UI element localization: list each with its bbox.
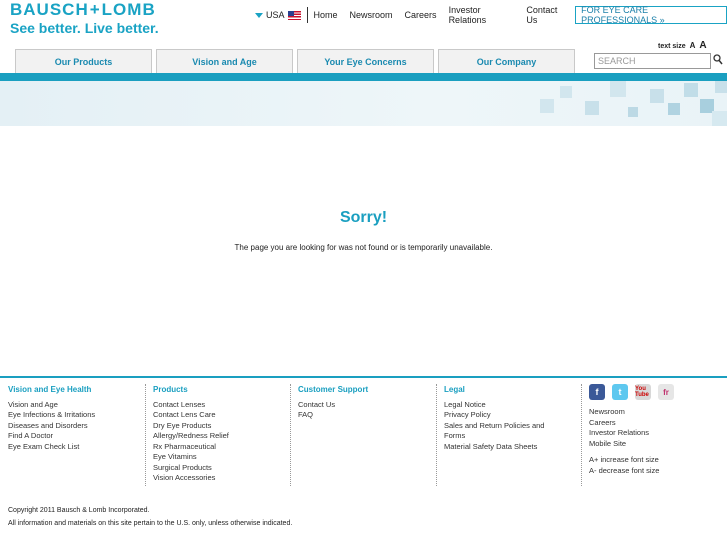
top-link-newsroom[interactable]: Newsroom bbox=[344, 10, 399, 20]
facebook-icon[interactable]: f bbox=[589, 384, 605, 400]
tab-vision-and-age[interactable]: Vision and Age bbox=[156, 49, 293, 73]
footer-link[interactable]: Diseases and Disorders bbox=[8, 421, 95, 432]
footer-link[interactable]: Rx Pharmaceutical bbox=[153, 442, 229, 453]
footer-link[interactable]: Investor Relations bbox=[589, 428, 659, 439]
footer-link[interactable]: Sales and Return Policies and bbox=[444, 421, 544, 432]
footer-column-title: Products bbox=[153, 385, 188, 394]
friendfeed-icon[interactable]: fr bbox=[658, 384, 674, 400]
logo-plus: + bbox=[89, 0, 101, 19]
footer-link[interactable]: Mobile Site bbox=[589, 439, 659, 450]
footer-separator bbox=[436, 384, 437, 486]
footer-link[interactable]: Careers bbox=[589, 418, 659, 429]
footer-column-title: Legal bbox=[444, 385, 465, 394]
footer-link[interactable]: Eye Infections & Irritations bbox=[8, 410, 95, 421]
footer-link[interactable]: Contact Us bbox=[298, 400, 368, 411]
chevron-down-icon bbox=[255, 12, 263, 18]
footer-link[interactable]: Contact Lenses bbox=[153, 400, 229, 411]
social-links: f t You Tube fr bbox=[589, 384, 674, 400]
text-size-label: text size bbox=[658, 43, 686, 50]
footer-link[interactable]: FAQ bbox=[298, 410, 368, 421]
search-input[interactable]: SEARCH bbox=[594, 53, 711, 69]
twitter-icon[interactable]: t bbox=[612, 384, 628, 400]
footer-link[interactable]: Forms bbox=[444, 431, 544, 442]
copyright-text: Copyright 2011 Bausch & Lomb Incorporate… bbox=[8, 507, 150, 514]
country-selector[interactable]: USA bbox=[255, 7, 308, 23]
search-icon[interactable] bbox=[713, 54, 723, 66]
footer-separator bbox=[290, 384, 291, 486]
decrease-font-link[interactable]: A- decrease font size bbox=[589, 466, 659, 477]
youtube-icon[interactable]: You Tube bbox=[635, 384, 651, 400]
us-flag-icon bbox=[287, 10, 301, 20]
footer-column-support: Customer Support Contact Us FAQ bbox=[298, 385, 368, 421]
footer-link[interactable]: Eye Exam Check List bbox=[8, 442, 95, 453]
footer-column-extra: Newsroom Careers Investor Relations Mobi… bbox=[589, 407, 659, 476]
text-size-large-button[interactable]: A bbox=[699, 40, 706, 51]
footer-link[interactable]: Allergy/Redness Relief bbox=[153, 431, 229, 442]
footer-column-legal: Legal Legal Notice Privacy Policy Sales … bbox=[444, 385, 544, 452]
top-link-careers[interactable]: Careers bbox=[399, 10, 443, 20]
footer-link[interactable]: Find A Doctor bbox=[8, 431, 95, 442]
footer-separator bbox=[145, 384, 146, 486]
footer-link[interactable]: Vision Accessories bbox=[153, 473, 229, 484]
footer-link[interactable]: Legal Notice bbox=[444, 400, 544, 411]
footer-column-title: Vision and Eye Health bbox=[8, 385, 92, 394]
footer-divider bbox=[0, 376, 727, 378]
increase-font-link[interactable]: A+ increase font size bbox=[589, 455, 659, 466]
top-link-investor-relations[interactable]: Investor Relations bbox=[443, 5, 521, 25]
top-navigation: USA Home Newsroom Careers Investor Relat… bbox=[255, 5, 727, 25]
legal-note: All information and materials on this si… bbox=[8, 520, 293, 527]
footer-column-title: Customer Support bbox=[298, 385, 369, 394]
logo-text-left: BAUSCH bbox=[10, 0, 89, 19]
tab-our-company[interactable]: Our Company bbox=[438, 49, 575, 73]
tagline: See better. Live better. bbox=[10, 20, 159, 36]
error-message: The page you are looking for was not fou… bbox=[234, 243, 493, 252]
footer-link[interactable]: Eye Vitamins bbox=[153, 452, 229, 463]
eye-care-professionals-link[interactable]: FOR EYE CARE PROFESSIONALS » bbox=[575, 5, 727, 25]
text-size-small-button[interactable]: A bbox=[690, 41, 696, 50]
country-label: USA bbox=[266, 10, 285, 20]
footer-link[interactable]: Contact Lens Care bbox=[153, 410, 229, 421]
top-link-contact-us[interactable]: Contact Us bbox=[520, 5, 573, 25]
footer-link[interactable]: Dry Eye Products bbox=[153, 421, 229, 432]
decorative-banner bbox=[0, 81, 727, 126]
footer-link[interactable]: Surgical Products bbox=[153, 463, 229, 474]
footer-link[interactable]: Newsroom bbox=[589, 407, 659, 418]
footer-column-products: Products Contact Lenses Contact Lens Car… bbox=[153, 385, 229, 484]
header-band bbox=[0, 73, 727, 81]
tab-your-eye-concerns[interactable]: Your Eye Concerns bbox=[297, 49, 434, 73]
footer-link[interactable]: Privacy Policy bbox=[444, 410, 544, 421]
top-link-home[interactable]: Home bbox=[308, 10, 344, 20]
main-tabs: Our Products Vision and Age Your Eye Con… bbox=[15, 49, 575, 73]
footer-column-vision: Vision and Eye Health Vision and Age Eye… bbox=[8, 385, 95, 452]
error-heading: Sorry! bbox=[339, 209, 388, 226]
logo-text-right: LOMB bbox=[101, 0, 156, 19]
footer-separator bbox=[581, 384, 582, 486]
text-size-control: text size A A bbox=[658, 40, 707, 51]
brand-logo[interactable]: BAUSCH+LOMB bbox=[10, 0, 156, 20]
footer-link[interactable]: Vision and Age bbox=[8, 400, 95, 411]
footer-link[interactable]: Material Safety Data Sheets bbox=[444, 442, 544, 453]
tab-our-products[interactable]: Our Products bbox=[15, 49, 152, 73]
